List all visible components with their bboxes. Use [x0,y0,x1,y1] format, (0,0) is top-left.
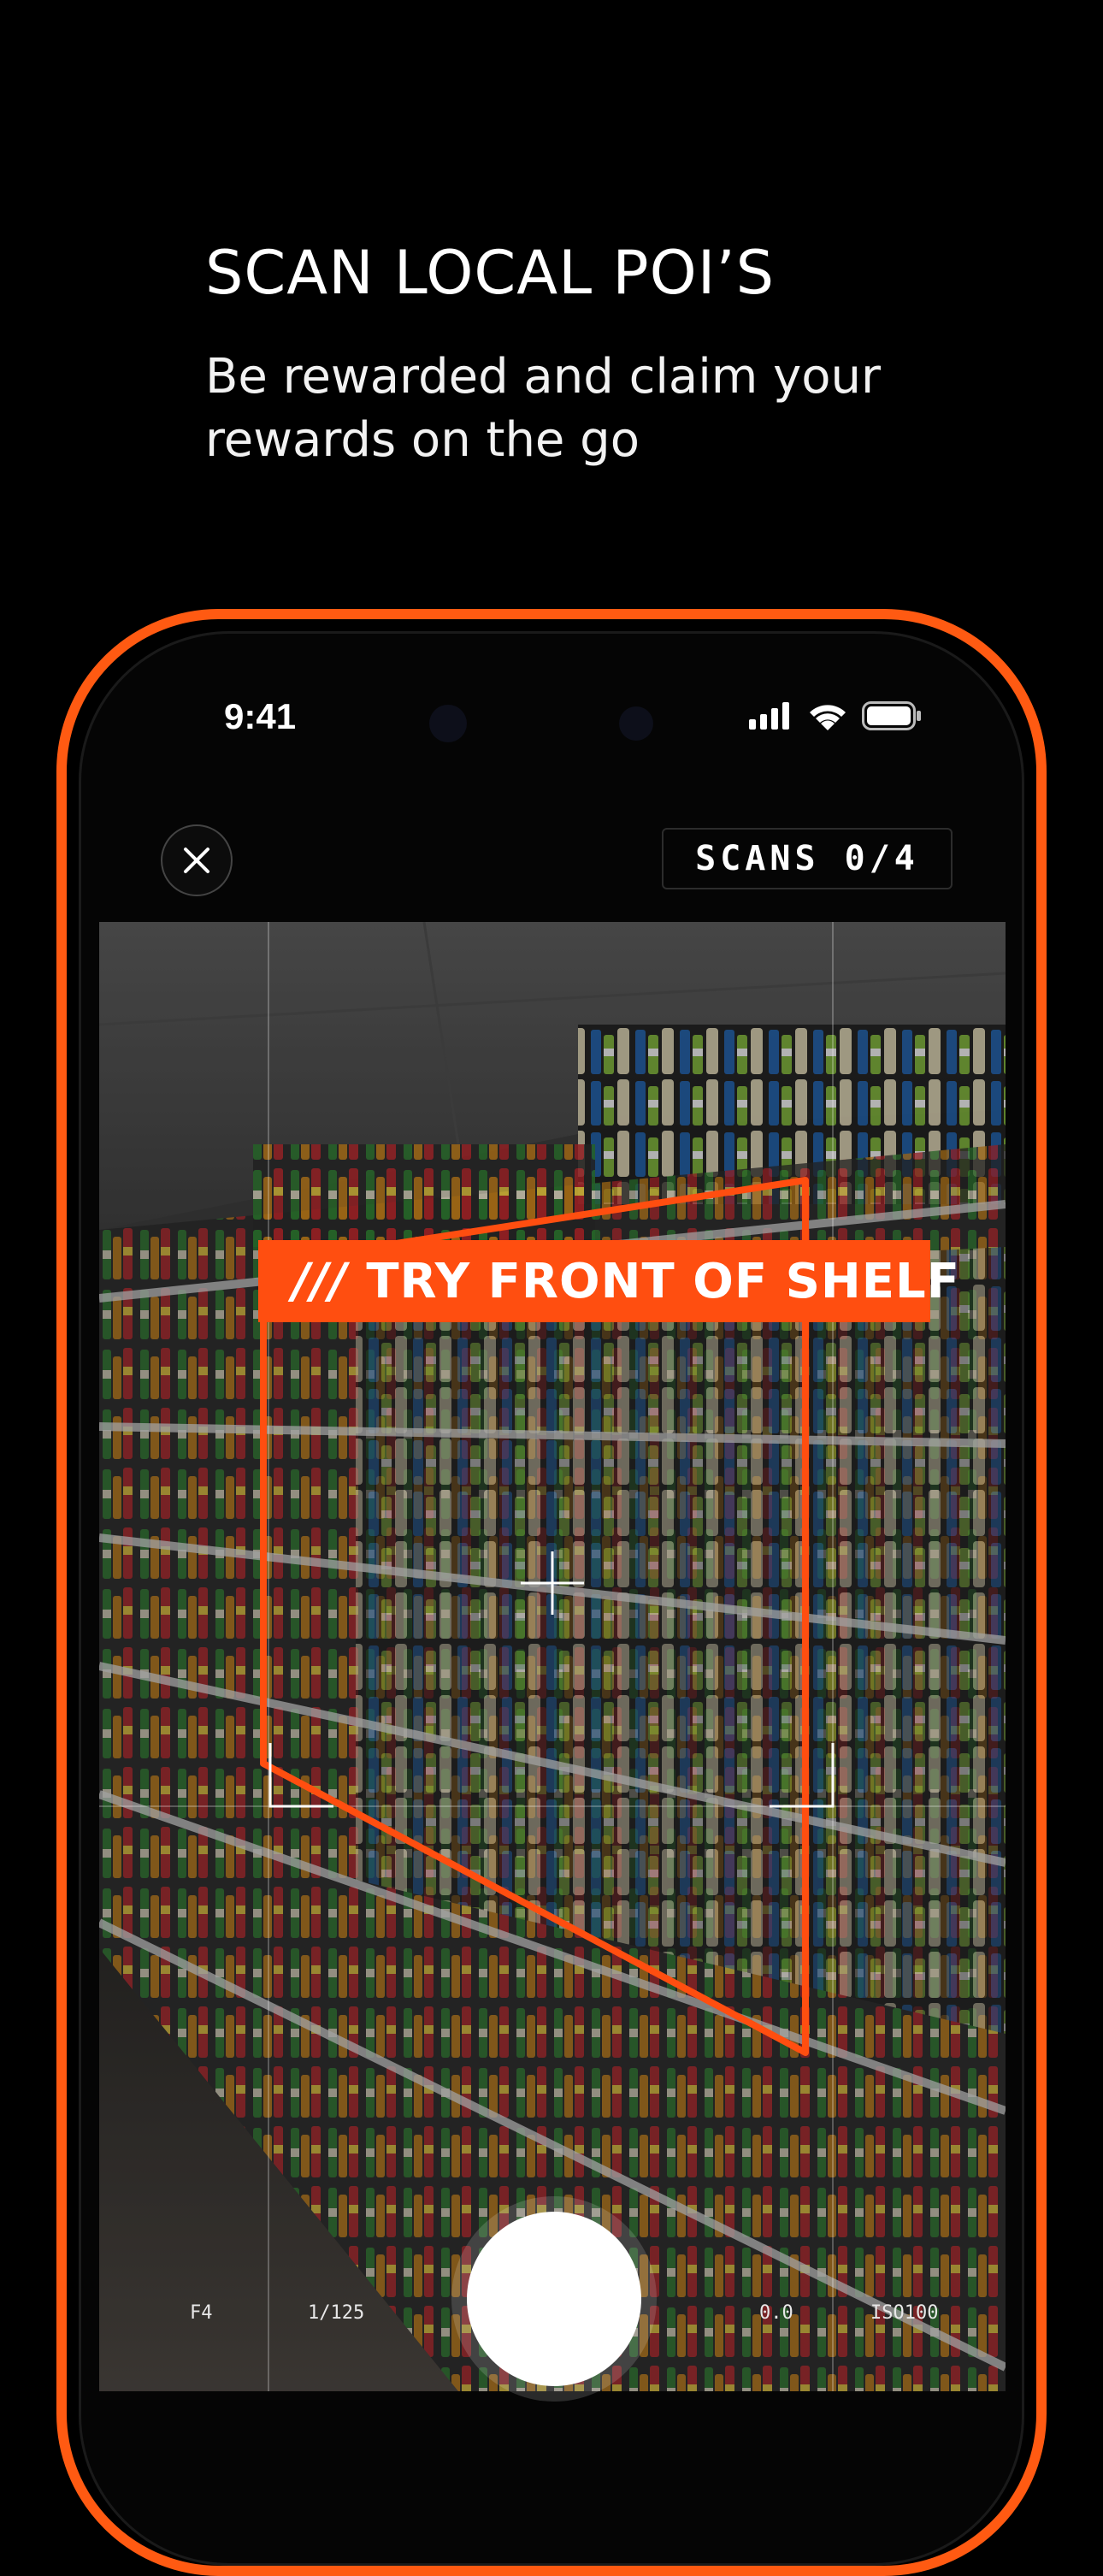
page-subtitle: Be rewarded and claim your rewards on th… [205,349,882,468]
status-time: 9:41 [224,696,297,736]
front-camera [429,705,467,742]
hint-text: TRY FRONT OF SHELF [366,1253,960,1309]
scan-counter: SCANS 0/4 [662,828,953,889]
page-title: SCAN LOCAL POI’S [205,238,776,308]
exposure-value: 0.0 [759,2302,793,2324]
aperture-value: F4 [190,2302,213,2324]
shutter-button[interactable] [467,2212,641,2386]
camera-viewfinder[interactable] [99,922,1006,2391]
shutter-speed-value: 1/125 [308,2302,365,2324]
iso-value: ISO100 [870,2302,939,2324]
store-shelf-image [99,922,1006,2391]
close-button[interactable] [161,824,233,896]
status-icons [749,701,922,730]
wifi-icon [810,705,846,730]
cellular-signal-icon [749,702,789,730]
scan-hint-banner: /// TRY FRONT OF SHELF [258,1240,959,1322]
battery-icon [862,701,921,730]
front-sensor [619,706,653,741]
close-icon [184,848,209,873]
hint-prefix: /// [292,1253,348,1309]
